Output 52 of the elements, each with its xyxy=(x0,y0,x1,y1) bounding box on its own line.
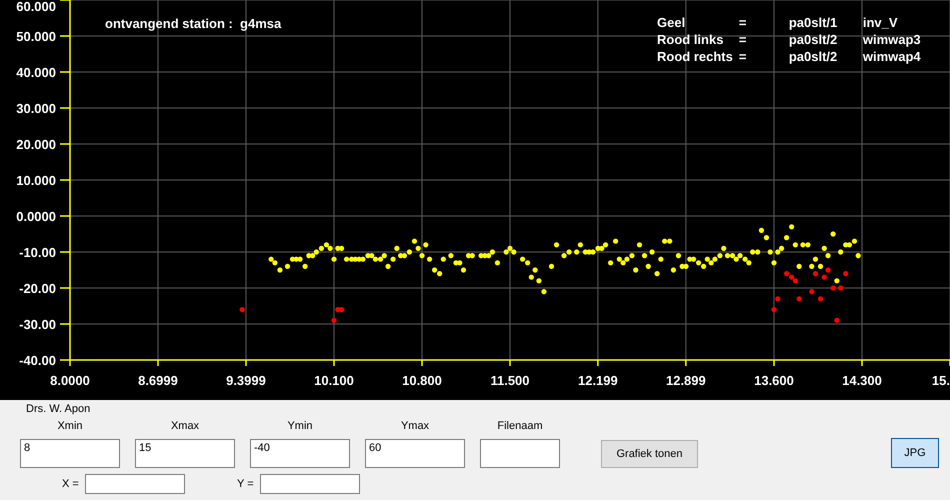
coordinate-label: X = xyxy=(62,478,80,490)
chart-title: ontvangend station : g4msa xyxy=(105,16,282,31)
y-tick-label: 40.000 xyxy=(16,65,56,80)
x-tick-label: 13.600 xyxy=(754,373,794,388)
legend-equals: = xyxy=(738,15,746,31)
legend-antenna: wimwap3 xyxy=(862,32,921,48)
field-label: Xmin xyxy=(57,420,83,432)
field-label: Filenaam xyxy=(497,420,543,432)
field-label: Ymax xyxy=(400,420,430,432)
input-field[interactable] xyxy=(260,474,360,494)
x-tick-label: 15. xyxy=(932,373,950,388)
input-field[interactable]: -40 xyxy=(250,439,350,468)
legend-station: pa0slt/1 xyxy=(788,15,838,31)
author-label: Drs. W. Apon xyxy=(25,402,92,416)
x-tick-label: 12.199 xyxy=(578,373,618,388)
legend-station: pa0slt/2 xyxy=(788,49,838,65)
y-tick-label: 20.000 xyxy=(16,137,56,152)
input-field[interactable] xyxy=(480,439,560,468)
y-tick-label: -40.00 xyxy=(19,353,56,368)
x-tick-label: 10.100 xyxy=(314,373,354,388)
jpg-button[interactable]: JPG xyxy=(891,438,939,468)
y-tick-label: 10.000 xyxy=(16,173,56,188)
x-tick-label: 8.6999 xyxy=(138,373,178,388)
y-tick-label: -10.00 xyxy=(19,245,56,260)
x-tick-label: 10.800 xyxy=(402,373,442,388)
input-field[interactable] xyxy=(85,474,185,494)
x-tick-label: 14.300 xyxy=(842,373,882,388)
legend-label: Geel xyxy=(657,15,686,31)
y-tick-label: 60.000 xyxy=(16,0,56,14)
y-tick-label: 30.000 xyxy=(16,101,56,116)
legend-equals: = xyxy=(738,32,746,48)
field-label: Ymin xyxy=(287,420,313,432)
x-tick-label: 9.3999 xyxy=(226,373,266,388)
x-tick-label: 12.899 xyxy=(666,373,706,388)
y-tick-label: -20.00 xyxy=(19,281,56,296)
input-field[interactable]: 15 xyxy=(135,439,235,468)
x-tick-label: 11.500 xyxy=(490,373,530,388)
show-chart-button[interactable]: Grafiek tonen xyxy=(601,440,698,468)
legend-antenna: inv_V xyxy=(862,15,899,31)
x-tick-label: 8.0000 xyxy=(50,373,90,388)
input-field[interactable]: 60 xyxy=(365,439,465,468)
y-tick-label: -30.00 xyxy=(19,317,56,332)
legend-label: Rood links xyxy=(657,32,724,48)
field-label: Xmax xyxy=(170,420,200,432)
y-tick-label: 50.000 xyxy=(16,29,56,44)
input-field[interactable]: 8 xyxy=(20,439,120,468)
legend-equals: = xyxy=(738,49,746,65)
legend-label: Rood rechts xyxy=(657,49,733,65)
legend-station: pa0slt/2 xyxy=(788,32,838,48)
legend-antenna: wimwap4 xyxy=(862,49,921,65)
coordinate-label: Y = xyxy=(237,478,255,490)
y-tick-label: 0.0000 xyxy=(16,209,56,224)
